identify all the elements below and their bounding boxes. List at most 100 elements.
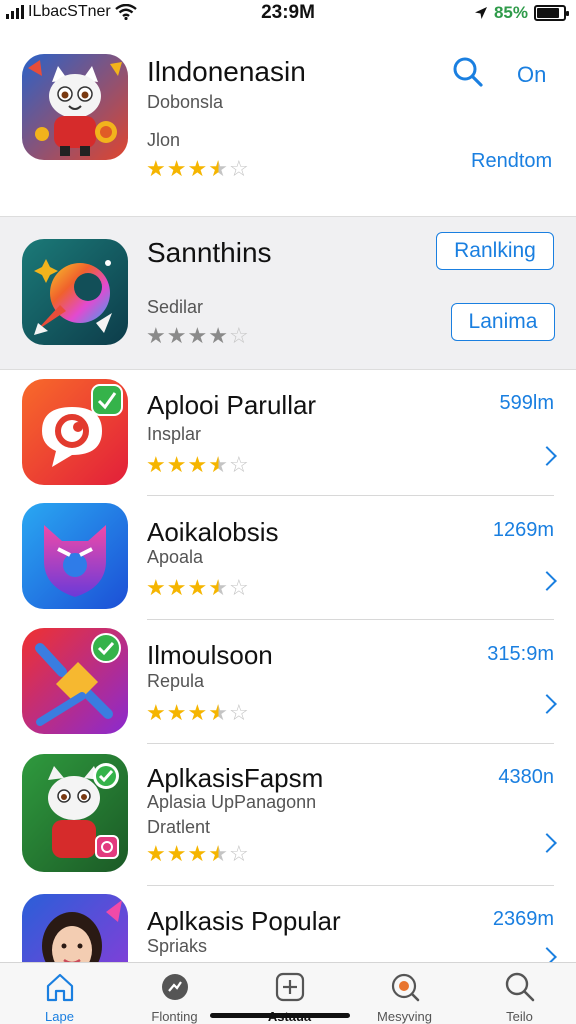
hammer-icon [22, 628, 128, 734]
rainbow-swirl-icon [22, 239, 128, 345]
list-item[interactable]: Aplkasis Popular Spriaks 2369m [0, 886, 576, 962]
star-icon: ★ [166, 700, 188, 725]
search-icon[interactable] [452, 56, 484, 88]
add-icon [275, 972, 305, 1002]
star-icon: ★ [187, 323, 209, 348]
star-icon: ★ [166, 156, 188, 181]
app-size: 599lm [499, 392, 554, 414]
home-indicator [210, 1013, 350, 1018]
app-title[interactable]: AplkasisFapsm [147, 763, 323, 794]
star-icon: ★ [146, 700, 167, 725]
ranking-button[interactable]: Ranlking [436, 232, 554, 270]
chevron-right-icon[interactable] [537, 446, 557, 466]
star-icon: ★ [187, 700, 209, 725]
app-extra: Dratlent [147, 817, 211, 837]
tab-label: Lape [45, 1009, 74, 1024]
app-rating: ★★★★☆ [146, 841, 250, 867]
list-item[interactable]: Aplooi Parullar Insplar ★★★★☆ 599lm [0, 370, 576, 496]
tab-label: Mesyving [377, 1009, 432, 1024]
app-icon-mask[interactable] [22, 503, 128, 609]
app-icon-fox[interactable] [22, 754, 128, 872]
wifi-icon [114, 4, 137, 20]
app-subtitle: Apoala [147, 547, 204, 567]
section-subtitle: Sedilar [147, 297, 204, 317]
fox-character-icon [22, 54, 128, 160]
tab-home[interactable]: Lape [2, 963, 117, 1024]
star-icon: ★ [187, 841, 209, 866]
featured-app-rating: ★★★★☆ [146, 156, 250, 182]
featured-app-title[interactable]: Ilndonenasin [147, 56, 306, 88]
girl-portrait-icon [22, 894, 128, 962]
carrier-name: ILbacSTner [28, 3, 111, 20]
featured-app-category: Jlon [147, 130, 181, 150]
star-icon: ☆ [228, 700, 250, 725]
app-rating: ★★★★☆ [146, 700, 250, 726]
signal-icon [6, 5, 24, 19]
app-size: 4380n [498, 766, 554, 788]
app-title[interactable]: Aoikalobsis [147, 517, 279, 548]
star-icon: ★ [146, 323, 167, 348]
chat-icon [162, 974, 188, 1000]
star-icon: ☆ [228, 452, 250, 477]
app-size: 315:9m [487, 643, 554, 665]
rendtom-link[interactable]: Rendtom [471, 150, 552, 173]
app-icon-avatar[interactable] [22, 894, 128, 962]
star-icon: ☆ [228, 575, 250, 600]
app-rating: ★★★★☆ [146, 452, 250, 478]
app-subtitle: Spriaks [147, 936, 208, 956]
battery-icon [534, 5, 569, 21]
star-icon: ★ [166, 575, 188, 600]
lanima-button[interactable]: Lanima [451, 303, 555, 341]
app-size: 1269m [492, 519, 554, 541]
app-rating: ★★★★☆ [146, 575, 250, 601]
app-subtitle: Aplasia UpPanagonn [147, 792, 317, 812]
star-icon: ☆ [228, 323, 250, 348]
section-title[interactable]: Sannthins [147, 237, 272, 269]
section-app-icon[interactable] [22, 239, 128, 345]
on-button[interactable]: On [517, 62, 546, 88]
location-arrow-icon [474, 7, 487, 19]
app-title[interactable]: Aplooi Parullar [147, 390, 316, 421]
tab-teilo[interactable]: Teilo [462, 963, 576, 1024]
list-item[interactable]: Ilmoulsoon Repula ★★★★☆ 315:9m [0, 620, 576, 744]
star-icon: ★ [166, 841, 188, 866]
chevron-right-icon[interactable] [537, 694, 557, 714]
chevron-right-icon[interactable] [537, 571, 557, 591]
featured-app-icon[interactable] [22, 54, 128, 160]
star-icon: ☆ [228, 156, 250, 181]
chevron-right-icon[interactable] [537, 947, 557, 962]
star-icon: ★ [187, 575, 209, 600]
featured-app-row[interactable]: Ilndonenasin Dobonsla Jlon ★★★★☆ On Rend… [0, 26, 576, 216]
fox-hero-icon [22, 754, 128, 872]
featured-app-subtitle: Dobonsla [147, 92, 224, 112]
tab-label: Teilo [506, 1009, 533, 1024]
tab-mesyving[interactable]: Mesyving [347, 963, 462, 1024]
star-icon: ★ [208, 700, 229, 725]
star-icon: ★ [146, 452, 167, 477]
status-left: ILbacSTner [6, 3, 137, 21]
app-icon-chat[interactable] [22, 379, 128, 485]
section-row[interactable]: Sannthins Sedilar ★★★★☆ Ranlking Lanima [0, 216, 576, 370]
star-icon: ★ [208, 156, 229, 181]
status-bar: ILbacSTner 23:9M 85% [0, 0, 576, 26]
app-subtitle: Insplar [147, 424, 202, 444]
star-icon: ★ [146, 841, 167, 866]
app-title[interactable]: Aplkasis Popular [147, 906, 341, 937]
list-item[interactable]: Aoikalobsis Apoala ★★★★☆ 1269m [0, 496, 576, 620]
star-icon: ★ [166, 323, 188, 348]
star-icon: ★ [146, 575, 167, 600]
star-icon: ☆ [228, 841, 250, 866]
star-icon: ★ [208, 452, 229, 477]
list-item[interactable]: AplkasisFapsm Aplasia UpPanagonn Dratlen… [0, 744, 576, 886]
battery-percent: 85% [493, 3, 528, 22]
star-icon: ★ [166, 452, 188, 477]
app-icon-hammer[interactable] [22, 628, 128, 734]
star-icon: ★ [208, 323, 229, 348]
star-icon: ★ [146, 156, 167, 181]
app-size: 2369m [492, 908, 554, 930]
chevron-right-icon[interactable] [537, 833, 557, 853]
app-title[interactable]: Ilmoulsoon [147, 640, 273, 671]
chat-bubble-icon [22, 379, 128, 485]
status-right: 85% [474, 3, 569, 23]
star-icon: ★ [208, 575, 229, 600]
